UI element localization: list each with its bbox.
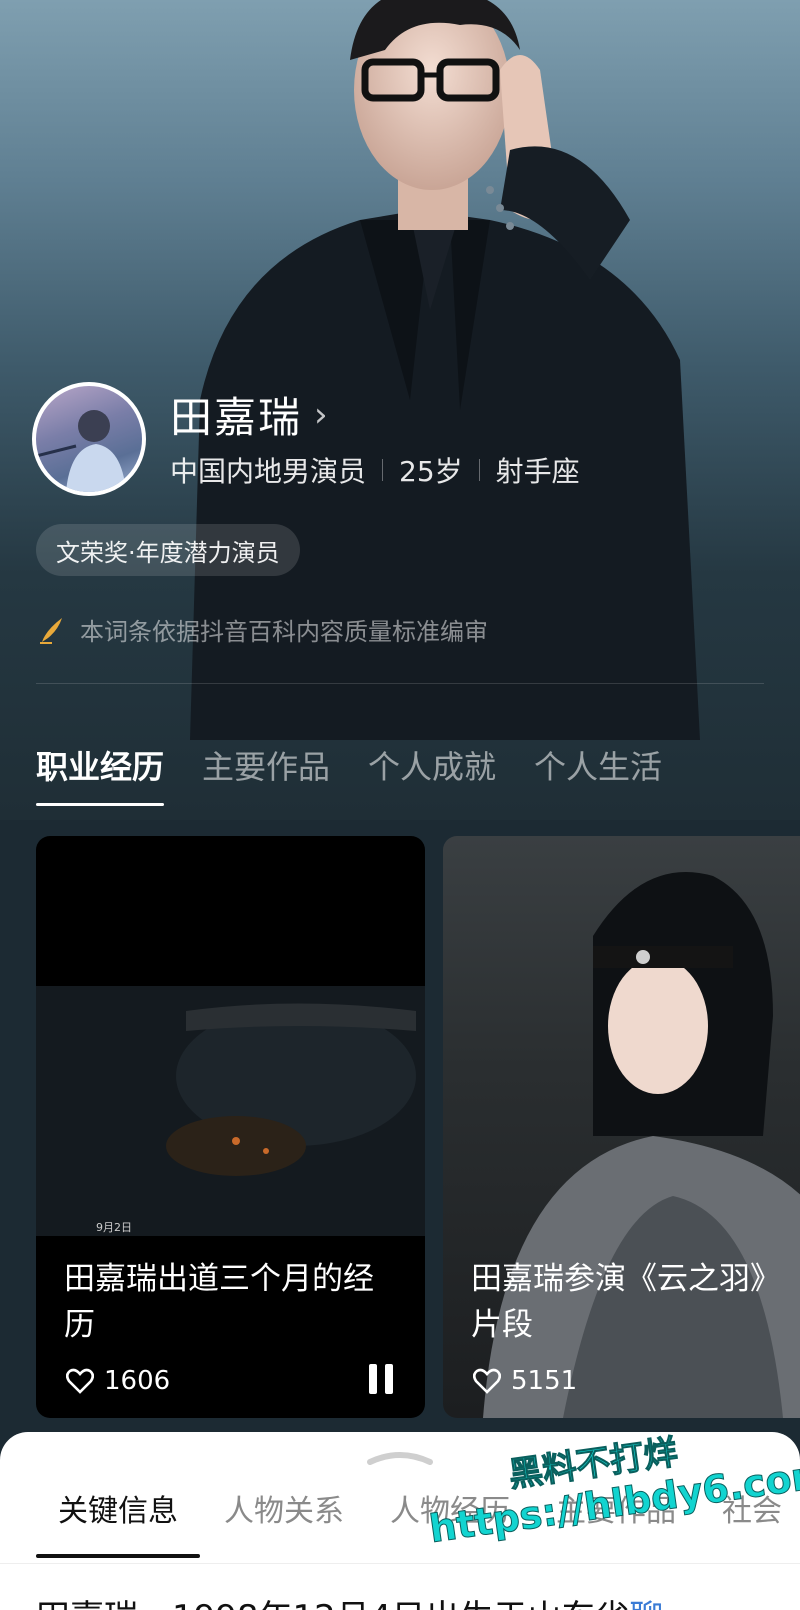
section-divider [36,683,764,684]
tab-career[interactable]: 职业经历 [36,742,165,806]
profile-occupation: 中国内地男演员 [170,455,367,488]
video-card[interactable]: 9月2日 田嘉瑞出道三个月的经历 1606 [36,836,425,1418]
heart-icon [66,1368,94,1394]
sheet-tab-relations[interactable]: 人物关系 [224,1486,344,1558]
profile-zodiac: 射手座 [495,455,580,488]
tab-personal-life[interactable]: 个人生活 [534,742,662,806]
award-badge[interactable]: 文荣奖·年度潜力演员 [36,524,300,576]
profile-header: 田嘉瑞 › 中国内地男演员 25岁 射手座 [32,382,772,502]
sheet-tab-key-info[interactable]: 关键信息 [36,1486,200,1558]
pause-icon[interactable] [367,1362,395,1396]
tab-achievements[interactable]: 个人成就 [368,742,496,806]
video-title: 田嘉瑞出道三个月的经历 [64,1261,374,1343]
quill-icon [40,617,62,644]
video-overlay-date: 9月2日 [96,1221,132,1234]
like-count[interactable]: 5151 [473,1366,577,1396]
like-count[interactable]: 1606 [66,1366,170,1396]
heart-icon [473,1368,501,1394]
intro-link[interactable]: 聊 [629,1598,663,1610]
like-count-value: 5151 [511,1366,578,1396]
video-card[interactable]: 田嘉瑞参演《云之羽》片段 5151 [443,836,800,1418]
like-count-value: 1606 [104,1366,171,1396]
video-carousel: 9月2日 田嘉瑞出道三个月的经历 1606 田嘉瑞参演《云之羽》片段 5151 [36,836,800,1418]
tab-works[interactable]: 主要作品 [202,742,330,806]
profile-name: 田嘉瑞 [170,393,303,442]
review-note-text: 本词条依据抖音百科内容质量标准编审 [80,618,488,646]
intro-text: 田嘉瑞，1998年12月4日出生于山东省聊 [36,1590,663,1610]
profile-age: 25岁 [399,455,463,488]
profile-meta: 中国内地男演员 25岁 射手座 [170,450,580,490]
award-label: 文荣奖·年度潜力演员 [56,538,280,567]
name-row[interactable]: 田嘉瑞 › [170,384,328,445]
chevron-right-icon: › [314,394,328,435]
review-note: 本词条依据抖音百科内容质量标准编审 [38,612,488,647]
avatar-image [36,410,126,492]
video-title: 田嘉瑞参演《云之羽》片段 [471,1261,781,1343]
intro-text-body: 田嘉瑞，1998年12月4日出生于山东省 [36,1598,629,1610]
avatar[interactable] [32,382,146,496]
meta-divider [382,459,384,481]
meta-divider [478,459,480,481]
content-tabs: 职业经历 主要作品 个人成就 个人生活 [36,742,700,806]
sheet-divider [0,1563,800,1564]
